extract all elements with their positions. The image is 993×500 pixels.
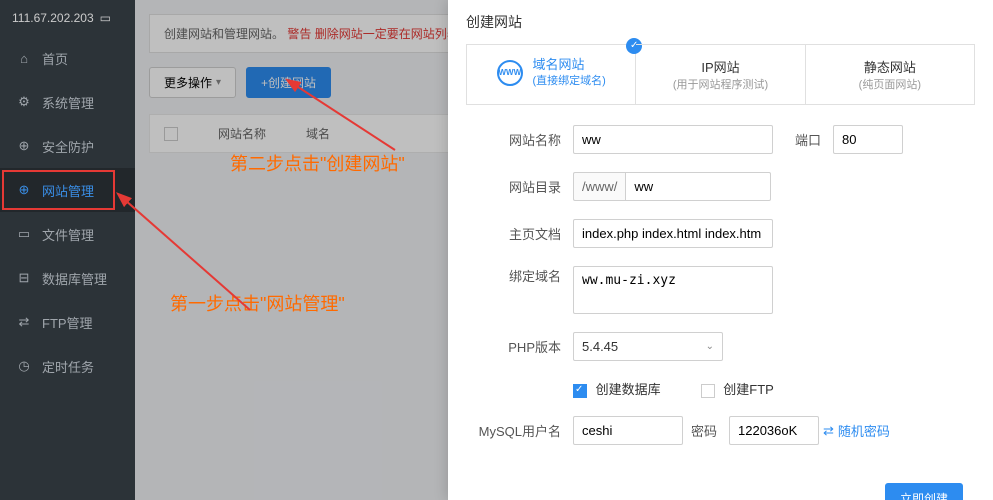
sidebar-item-security[interactable]: ⊕ 安全防护 — [0, 124, 135, 168]
bind-domain-input[interactable]: ww.mu-zi.xyz — [573, 266, 773, 314]
sidebar-item-ftp[interactable]: ⇄ FTP管理 — [0, 300, 135, 344]
port-label: 端口 — [773, 130, 833, 149]
ftp-icon: ⇄ — [16, 314, 32, 330]
password-label: 密码 — [683, 421, 729, 440]
site-name-input[interactable] — [573, 125, 773, 154]
tab-domain-site[interactable]: WWW 域名网站 (直接绑定域名) — [466, 44, 636, 104]
sidebar-item-website[interactable]: ⊕ 网站管理 — [0, 168, 135, 212]
create-ftp-checkbox[interactable]: 创建FTP — [701, 379, 774, 398]
create-site-modal: 创建网站 WWW 域名网站 (直接绑定域名) IP网站 (用于网站程序测试) 静… — [448, 0, 993, 500]
sidebar-item-label: FTP管理 — [42, 313, 93, 332]
sidebar-item-label: 网站管理 — [42, 181, 94, 200]
sidebar-item-database[interactable]: ⊟ 数据库管理 — [0, 256, 135, 300]
php-version-label: PHP版本 — [478, 337, 573, 356]
server-ip-text: 111.67.202.203 — [12, 0, 94, 36]
home-icon: ⌂ — [16, 50, 32, 66]
dir-prefix: /www/ — [573, 172, 625, 201]
random-password-link[interactable]: 随机密码 — [838, 421, 890, 440]
sidebar-item-cron[interactable]: ◷ 定时任务 — [0, 344, 135, 388]
sidebar-item-home[interactable]: ⌂ 首页 — [0, 36, 135, 80]
www-icon: WWW — [497, 60, 523, 86]
bind-domain-label: 绑定域名 — [478, 266, 573, 285]
mysql-user-label: MySQL用户名 — [478, 421, 573, 440]
create-db-checkbox[interactable]: 创建数据库 — [573, 379, 661, 398]
submit-button[interactable]: 立即创建 — [885, 483, 963, 500]
site-dir-label: 网站目录 — [478, 177, 573, 196]
sidebar-item-label: 文件管理 — [42, 225, 94, 244]
server-ip: 111.67.202.203 ▭ — [0, 0, 135, 36]
chevron-down-icon: ⌄ — [706, 341, 714, 352]
modal-title: 创建网站 — [448, 0, 993, 44]
tab-static-site[interactable]: 静态网站 (纯页面网站) — [806, 44, 975, 104]
sidebar-item-label: 安全防护 — [42, 137, 94, 156]
create-site-form: 网站名称 端口 网站目录 /www/ 主页文档 绑定域名 ww.mu-zi.xy… — [448, 105, 993, 473]
sidebar-item-files[interactable]: ▭ 文件管理 — [0, 212, 135, 256]
tab-ip-site[interactable]: IP网站 (用于网站程序测试) — [636, 44, 805, 104]
shield-icon: ⊕ — [16, 138, 32, 154]
modal-tabs: WWW 域名网站 (直接绑定域名) IP网站 (用于网站程序测试) 静态网站 (… — [466, 44, 975, 105]
sidebar-item-label: 定时任务 — [42, 357, 94, 376]
index-doc-input[interactable] — [573, 219, 773, 248]
site-name-label: 网站名称 — [478, 130, 573, 149]
sidebar-item-label: 系统管理 — [42, 93, 94, 112]
checkbox-icon — [573, 384, 587, 398]
gear-icon: ⚙ — [16, 94, 32, 110]
sidebar-item-label: 数据库管理 — [42, 269, 107, 288]
password-input[interactable] — [729, 416, 819, 445]
swap-icon[interactable]: ⇄ — [823, 423, 834, 439]
globe-icon: ⊕ — [16, 182, 32, 198]
sidebar-item-label: 首页 — [42, 49, 68, 68]
php-version-select[interactable]: 5.4.45 ⌄ — [573, 332, 723, 361]
sidebar-item-system[interactable]: ⚙ 系统管理 — [0, 80, 135, 124]
modal-footer: 立即创建 — [448, 473, 993, 500]
monitor-icon: ▭ — [100, 0, 111, 36]
index-doc-label: 主页文档 — [478, 224, 573, 243]
mysql-user-input[interactable] — [573, 416, 683, 445]
sidebar: 111.67.202.203 ▭ ⌂ 首页 ⚙ 系统管理 ⊕ 安全防护 ⊕ 网站管理 ▭… — [0, 0, 135, 500]
database-icon: ⊟ — [16, 270, 32, 286]
folder-icon: ▭ — [16, 226, 32, 242]
site-dir-input[interactable] — [625, 172, 771, 201]
checkbox-icon — [701, 384, 715, 398]
port-input[interactable] — [833, 125, 903, 154]
clock-icon: ◷ — [16, 358, 32, 374]
